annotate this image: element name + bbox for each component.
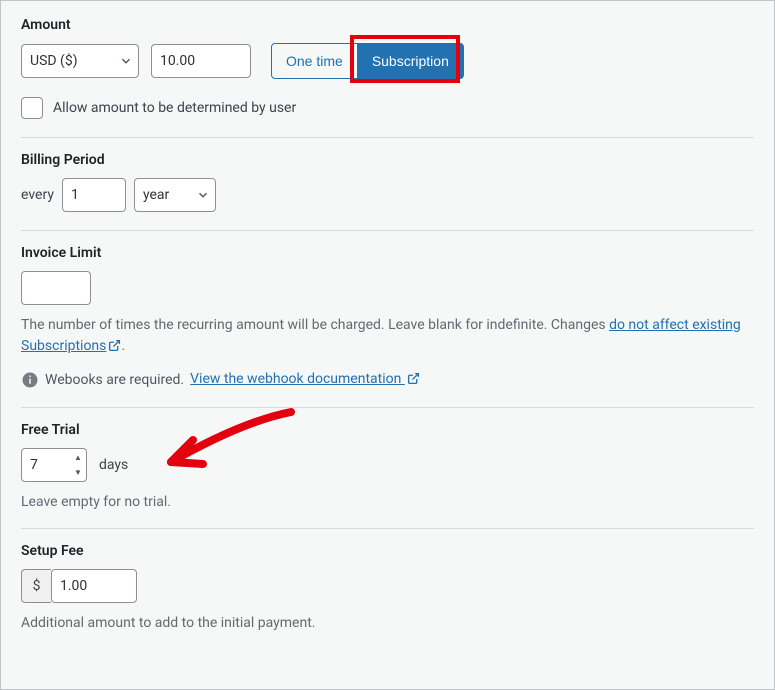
invoice-helper-text: The number of times the recurring amount… [21,317,609,333]
trial-section: Free Trial ▲ ▼ days Leave empty for no t… [21,408,754,529]
trial-label: Free Trial [21,422,754,438]
trial-input-wrap: ▲ ▼ [21,448,87,482]
spinner-up-icon[interactable]: ▲ [71,450,85,465]
amount-input[interactable] [151,44,251,78]
billing-every-text: every [21,187,54,203]
trial-helper: Leave empty for no trial. [21,494,754,510]
invoice-label: Invoice Limit [21,245,754,261]
trial-row: ▲ ▼ days [21,448,754,482]
setup-helper: Additional amount to add to the initial … [21,615,754,631]
setup-currency-prefix: $ [21,569,51,603]
amount-row: USD ($) One time Subscription [21,43,754,79]
allow-user-label: Allow amount to be determined by user [53,100,296,116]
trial-spinner[interactable]: ▲ ▼ [71,450,85,480]
settings-panel: Amount USD ($) One time Subscription All… [0,0,775,690]
amount-label: Amount [21,17,754,33]
setup-fee-input[interactable] [51,569,137,603]
spinner-down-icon[interactable]: ▼ [71,465,85,480]
type-toggle: One time Subscription [271,43,464,79]
billing-count-input[interactable] [62,178,126,212]
billing-label: Billing Period [21,152,754,168]
currency-select[interactable]: USD ($) [21,44,139,78]
webhooks-link[interactable]: View the webhook documentation [190,371,420,389]
billing-unit-wrap: year [134,178,216,212]
currency-select-wrap: USD ($) [21,44,139,78]
setup-row: $ [21,569,754,603]
external-link-icon [108,338,121,359]
invoice-section: Invoice Limit The number of times the re… [21,231,754,408]
invoice-helper: The number of times the recurring amount… [21,315,754,359]
billing-unit-select[interactable]: year [134,178,216,212]
external-link-icon [407,372,420,389]
webhooks-row: Webooks are required. View the webhook d… [21,371,754,389]
billing-row: every year [21,178,754,212]
invoice-input[interactable] [21,271,91,305]
amount-section: Amount USD ($) One time Subscription All… [21,17,754,138]
allow-user-row: Allow amount to be determined by user [21,97,754,119]
setup-section: Setup Fee $ Additional amount to add to … [21,529,754,649]
setup-label: Setup Fee [21,543,754,559]
webhooks-text: Webooks are required. [45,372,184,388]
allow-user-checkbox[interactable] [21,97,43,119]
billing-section: Billing Period every year [21,138,754,231]
trial-days-text: days [99,457,128,473]
info-icon [21,371,39,389]
one-time-tab[interactable]: One time [271,43,358,79]
subscription-tab[interactable]: Subscription [357,43,464,79]
